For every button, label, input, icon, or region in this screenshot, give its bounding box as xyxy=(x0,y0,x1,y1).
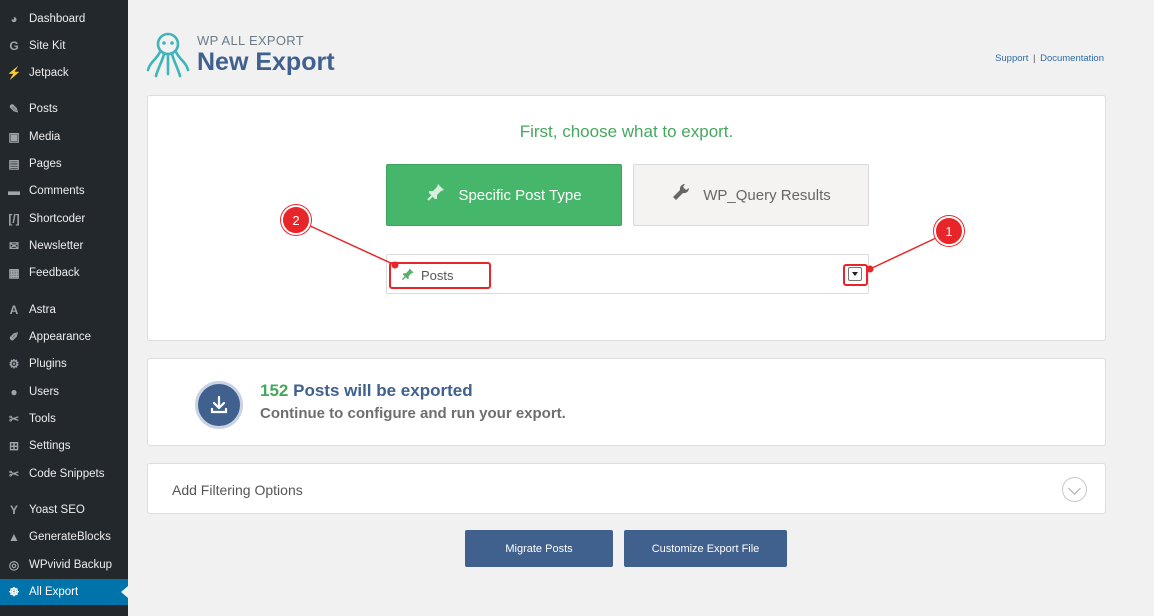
sidebar-item-label: Yoast SEO xyxy=(29,504,85,516)
support-link[interactable]: Support xyxy=(995,53,1028,64)
export-count: 152 xyxy=(260,381,289,400)
sidebar-item-code-snippets[interactable]: ✂ Code Snippets xyxy=(0,461,128,487)
chevron-down-icon[interactable] xyxy=(1062,477,1087,502)
download-icon xyxy=(195,381,243,429)
filtering-options-panel[interactable]: Add Filtering Options xyxy=(147,463,1106,514)
sidebar-item-dashboard[interactable]: ◕ Dashboard xyxy=(0,6,128,32)
sidebar-item-tools[interactable]: ✂ Tools xyxy=(0,406,128,432)
sidebar-item-label: Shortcoder xyxy=(29,213,86,225)
sidebar-item-plugins[interactable]: ⚙ Plugins xyxy=(0,351,128,377)
plugin-icon: ⚙ xyxy=(8,357,20,371)
sidebar-item-newsletter[interactable]: ✉ Newsletter xyxy=(0,233,128,259)
sidebar-item-shortcoder[interactable]: [/] Shortcoder xyxy=(0,206,128,232)
yoast-icon: Y xyxy=(9,503,18,517)
sidebar-item-label: Posts xyxy=(29,103,58,115)
dropdown-highlight-box xyxy=(843,264,868,286)
filtering-options-label: Add Filtering Options xyxy=(172,482,303,498)
sidebar-item-generateblocks[interactable]: ▲ GenerateBlocks xyxy=(0,524,128,550)
sidebar-item-label: Tools xyxy=(29,413,56,425)
sidebar-item-label: WPvivid Backup xyxy=(29,559,113,571)
astra-icon: A xyxy=(9,303,19,317)
newsletter-icon: ✉ xyxy=(8,239,20,253)
sidebar-item-label: Site Kit xyxy=(29,40,66,52)
sidebar-item-label: Pages xyxy=(29,158,62,170)
annotation-badge-1: 1 xyxy=(934,216,964,246)
wp-all-export-logo xyxy=(146,32,190,78)
brush-icon: ✐ xyxy=(8,330,20,344)
sidebar-item-label: Feedback xyxy=(29,267,80,279)
sidebar-item-posts[interactable]: ✎ Posts xyxy=(0,96,128,122)
sidebar-item-label: Dashboard xyxy=(29,13,86,25)
feedback-icon: ▦ xyxy=(8,266,20,280)
sidebar-item-label: Media xyxy=(29,131,61,143)
settings-icon: ⊞ xyxy=(8,439,20,453)
sidebar-item-media[interactable]: ▣ Media xyxy=(0,124,128,150)
sidebar-item-users[interactable]: ● Users xyxy=(0,379,128,405)
sidebar-item-wpvivid-backup[interactable]: ◎ WPvivid Backup xyxy=(0,552,128,578)
sidebar-item-appearance[interactable]: ✐ Appearance xyxy=(0,324,128,350)
sidebar-item-label: Comments xyxy=(29,185,85,197)
dashboard-icon: ◕ xyxy=(10,12,18,26)
sidebar-item-label: All Export xyxy=(29,586,79,598)
export-summary-panel: 152 Posts will be exported Continue to c… xyxy=(147,358,1106,446)
sidebar-item-site-kit[interactable]: G Site Kit xyxy=(0,33,128,59)
customize-export-file-button[interactable]: Customize Export File xyxy=(624,530,787,567)
sidebar-item-label: Settings xyxy=(29,440,71,452)
annotation-badge-2: 2 xyxy=(281,205,311,235)
sidebar-item-label: Code Snippets xyxy=(29,468,105,480)
jetpack-icon: ⚡ xyxy=(6,66,22,80)
sidebar-item-comments[interactable]: ▬ Comments xyxy=(0,178,128,204)
brand-name: WP ALL EXPORT xyxy=(197,33,304,48)
backup-icon: ◎ xyxy=(8,558,20,572)
specific-post-type-label: Specific Post Type xyxy=(458,186,582,204)
pages-icon: ▤ xyxy=(8,157,20,171)
wrench-icon xyxy=(671,182,691,208)
specific-post-type-button[interactable]: Specific Post Type xyxy=(386,164,622,226)
snippets-icon: ✂ xyxy=(8,467,20,481)
sidebar-item-yoast-seo[interactable]: Y Yoast SEO xyxy=(0,497,128,523)
help-links: Support | Documentation xyxy=(995,53,1104,64)
google-g-icon: G xyxy=(9,39,19,53)
sidebar-item-label: Plugins xyxy=(29,358,67,370)
wp-query-results-button[interactable]: WP_Query Results xyxy=(633,164,869,226)
wrench-icon: ✂ xyxy=(8,412,20,426)
sidebar-item-label: Users xyxy=(29,386,60,398)
sidebar-item-all-export[interactable]: ☸ All Export xyxy=(0,579,128,605)
sidebar-item-label: Jetpack xyxy=(29,67,69,79)
sidebar-item-label: Newsletter xyxy=(29,240,84,252)
generateblocks-icon: ▲ xyxy=(8,530,20,544)
migrate-posts-button[interactable]: Migrate Posts xyxy=(465,530,613,567)
shortcode-icon: [/] xyxy=(8,212,20,226)
comments-icon: ▬ xyxy=(8,184,20,198)
choose-title: First, choose what to export. xyxy=(519,122,734,141)
sidebar-item-feedback[interactable]: ▦ Feedback xyxy=(0,260,128,286)
pin-icon: ✎ xyxy=(8,102,20,116)
export-count-line: 152 Posts will be exported xyxy=(260,381,473,401)
page-title: New Export xyxy=(197,48,335,76)
export-count-text: Posts will be exported xyxy=(293,381,473,400)
media-icon: ▣ xyxy=(8,130,20,144)
sidebar-item-label: Appearance xyxy=(29,331,92,343)
posts-highlight-box xyxy=(389,262,491,289)
sidebar-item-label: GenerateBlocks xyxy=(29,531,111,543)
pin-icon xyxy=(426,182,446,208)
sidebar-item-jetpack[interactable]: ⚡ Jetpack xyxy=(0,60,128,86)
export-subtitle: Continue to configure and run your expor… xyxy=(260,405,566,422)
sidebar-item-label: Astra xyxy=(29,304,56,316)
sidebar-item-settings[interactable]: ⊞ Settings xyxy=(0,433,128,459)
octopus-icon: ☸ xyxy=(8,585,20,599)
admin-sidebar: ◕ Dashboard G Site Kit ⚡ Jetpack ✎ Posts ▣ Media ▤… xyxy=(0,0,128,616)
documentation-link[interactable]: Documentation xyxy=(1040,53,1104,64)
users-icon: ● xyxy=(10,385,18,399)
wp-query-results-label: WP_Query Results xyxy=(703,186,831,204)
sidebar-item-pages[interactable]: ▤ Pages xyxy=(0,151,128,177)
sidebar-item-astra[interactable]: A Astra xyxy=(0,297,128,323)
link-separator: | xyxy=(1032,53,1036,64)
